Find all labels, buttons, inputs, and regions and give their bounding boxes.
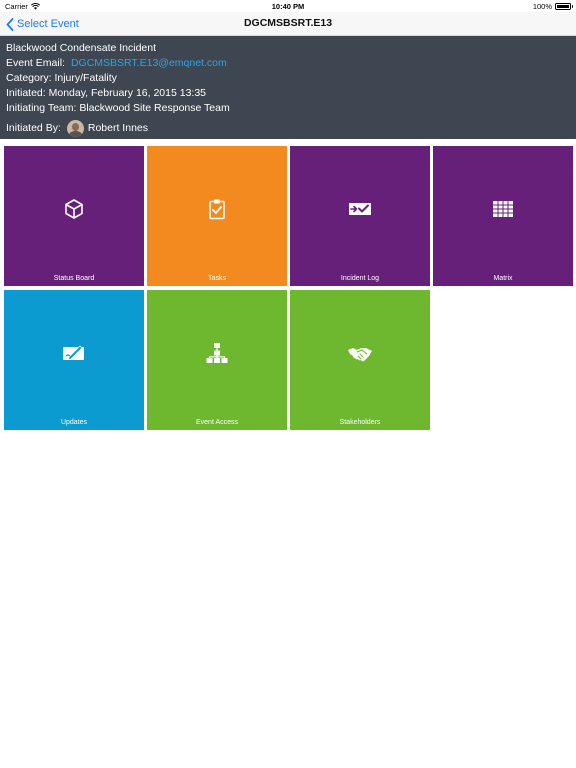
org-chart-icon bbox=[206, 343, 228, 363]
event-email-label: Event Email: bbox=[6, 57, 65, 69]
tile-tasks[interactable]: Tasks bbox=[147, 146, 287, 286]
battery-percent: 100% bbox=[532, 1, 552, 11]
tile-label: Incident Log bbox=[340, 275, 380, 282]
event-info-panel: Blackwood Condensate Incident Event Emai… bbox=[0, 36, 576, 139]
tile-matrix[interactable]: Matrix bbox=[433, 146, 573, 286]
tile-incident-log[interactable]: Incident Log bbox=[290, 146, 430, 286]
cube-icon bbox=[65, 199, 83, 219]
pen-note-icon bbox=[63, 345, 84, 361]
log-check-icon bbox=[349, 203, 371, 215]
tile-event-access[interactable]: Event Access bbox=[147, 290, 287, 430]
tile-label: Tasks bbox=[208, 275, 226, 282]
tile-updates[interactable]: Updates bbox=[4, 290, 144, 430]
status-bar: Carrier 10:40 PM 100% bbox=[0, 0, 576, 12]
clock: 10:40 PM bbox=[271, 1, 305, 11]
tile-label: Updates bbox=[60, 419, 88, 426]
event-category: Category: Injury/Fatality bbox=[6, 72, 117, 84]
tile-status-board[interactable]: Status Board bbox=[4, 146, 144, 286]
grid-table-icon bbox=[493, 201, 513, 217]
event-email-row: Event Email: DGCMSBSRT.E13@emqnet.com bbox=[6, 56, 570, 71]
tile-label: Matrix bbox=[493, 275, 513, 282]
event-email-link[interactable]: DGCMSBSRT.E13@emqnet.com bbox=[71, 57, 227, 69]
event-name: Blackwood Condensate Incident bbox=[6, 42, 157, 54]
page-title: DGCMSBSRT.E13 bbox=[243, 17, 333, 29]
navigation-bar: Select Event DGCMSBSRT.E13 bbox=[0, 12, 576, 36]
handshake-icon bbox=[348, 348, 372, 362]
avatar bbox=[66, 119, 84, 137]
tile-label: Stakeholders bbox=[339, 419, 381, 426]
event-team: Initiating Team: Blackwood Site Response… bbox=[6, 102, 230, 114]
clipboard-check-icon bbox=[209, 199, 225, 220]
initiated-by-label: Initiated By: bbox=[6, 122, 61, 134]
initiated-by-name: Robert Innes bbox=[87, 122, 148, 134]
event-initiated: Initiated: Monday, February 16, 2015 13:… bbox=[6, 87, 207, 99]
battery-info: 100% bbox=[532, 1, 573, 11]
battery-icon bbox=[555, 2, 573, 10]
tile-label: Event Access bbox=[195, 419, 239, 426]
initiated-by-row: Initiated By: Robert Innes bbox=[6, 117, 570, 139]
tile-stakeholders[interactable]: Stakeholders bbox=[290, 290, 430, 430]
tile-label: Status Board bbox=[53, 275, 95, 282]
